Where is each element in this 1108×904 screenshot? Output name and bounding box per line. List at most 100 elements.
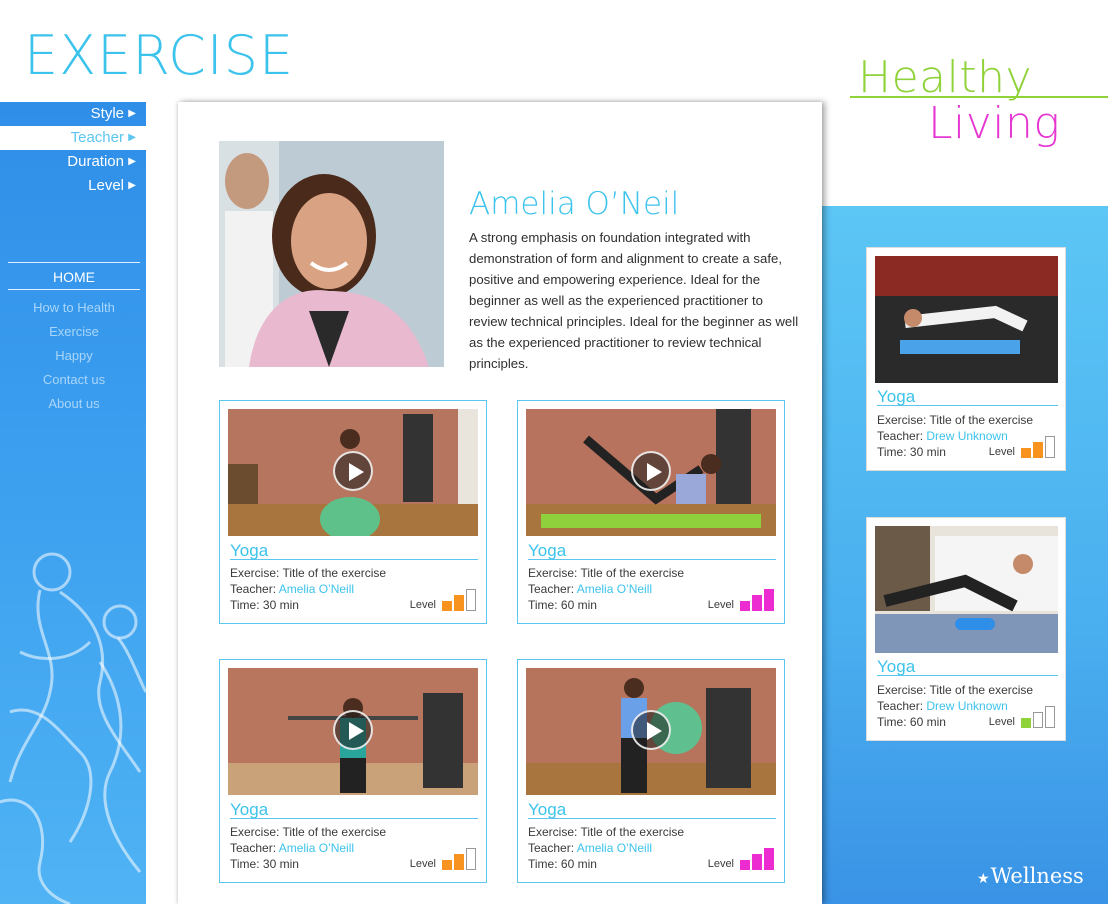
level-bar [1033,712,1043,728]
exercise-name: Title of the exercise [929,413,1034,427]
exercise-line: Exercise: Title of the exercise [877,682,1033,698]
time-line: Time: 30 min [230,597,299,613]
time-label: Time: [528,598,558,612]
teacher-link[interactable]: Amelia O’Neill [577,582,652,596]
exercise-card[interactable]: Yoga Exercise: Title of the exercise Tea… [517,400,785,624]
exercise-card[interactable]: Yoga Exercise: Title of the exercise Tea… [219,659,487,883]
exercise-label: Exercise: [230,566,280,580]
exercise-title[interactable]: Yoga [528,541,776,560]
exercise-title[interactable]: Yoga [230,800,478,819]
time-line: Time: 60 min [528,597,597,613]
nav-item-how-to-health[interactable]: How to Health [8,296,140,320]
level-label: Level [988,446,1015,458]
exercise-line: Exercise: Title of the exercise [528,824,684,840]
level-bar [1033,442,1043,458]
exercise-line: Exercise: Title of the exercise [877,412,1033,428]
level-indicator: Level [410,848,476,870]
teacher-label: Teacher: [877,699,924,713]
level-bar [454,595,464,611]
level-label: Level [707,858,734,870]
left-sidebar: Style ▶ Teacher ▶ Duration ▶ Level ▶ HOM… [0,102,146,904]
page-title: EXERCISE [24,24,295,87]
teacher-name: Amelia O’Neil [469,186,680,222]
filter-teacher[interactable]: Teacher ▶ [0,126,146,150]
wellness-logo: ★Wellness [977,864,1084,888]
exercise-line: Exercise: Title of the exercise [230,565,386,581]
filter-level-label: Level [88,177,124,194]
exercise-title[interactable]: Yoga [877,657,1058,676]
time-label: Time: [230,598,260,612]
play-icon[interactable] [631,709,671,750]
teacher-link[interactable]: Amelia O’Neill [577,841,652,855]
wellness-logo-icon: ★ [977,871,990,887]
teacher-link[interactable]: Amelia O’Neill [279,582,354,596]
exercise-label: Exercise: [528,825,578,839]
exercise-label: Exercise: [528,566,578,580]
teacher-bio: A strong emphasis on foundation integrat… [469,230,799,371]
related-exercise-card[interactable]: Yoga Exercise: Title of the exercise Tea… [866,247,1066,471]
level-bar [752,595,762,611]
filter-duration[interactable]: Duration ▶ [0,150,146,174]
time-value: 30 min [909,445,946,459]
level-bar [1021,448,1031,458]
teacher-label: Teacher: [230,841,277,855]
nav-list: How to Health Exercise Happy Contact us … [8,296,140,416]
level-bar [1045,436,1055,458]
exercise-video-thumbnail[interactable] [526,668,776,795]
level-label: Level [988,716,1015,728]
filter-style-label: Style [90,105,124,122]
exercise-label: Exercise: [877,683,927,697]
exercise-title[interactable]: Yoga [528,800,776,819]
teacher-line: Teacher: Amelia O’Neill [230,840,354,856]
play-icon[interactable] [333,709,373,750]
level-bar [466,848,476,870]
exercise-name: Title of the exercise [282,825,387,839]
nav-item-about-us[interactable]: About us [8,392,140,416]
level-bar [752,854,762,870]
play-icon[interactable] [631,450,671,491]
time-line: Time: 30 min [877,444,946,460]
time-value: 30 min [262,598,299,612]
chevron-right-icon: ▶ [128,156,136,167]
exercise-line: Exercise: Title of the exercise [230,824,386,840]
exercise-card[interactable]: Yoga Exercise: Title of the exercise Tea… [517,659,785,883]
exercise-thumbnail[interactable] [875,256,1058,383]
level-indicator: Level [989,706,1055,728]
exercise-title[interactable]: Yoga [877,387,1058,406]
level-indicator: Level [708,589,774,611]
exercise-name: Title of the exercise [580,566,685,580]
teacher-portrait-image [219,141,444,367]
level-bar [466,589,476,611]
exercise-video-thumbnail[interactable] [526,409,776,536]
exercise-thumbnail-image [875,526,1058,653]
exercise-card[interactable]: Yoga Exercise: Title of the exercise Tea… [219,400,487,624]
level-bar [764,589,774,611]
related-exercise-card[interactable]: Yoga Exercise: Title of the exercise Tea… [866,517,1066,741]
filter-style[interactable]: Style ▶ [0,102,146,126]
level-bar [764,848,774,870]
time-label: Time: [528,857,558,871]
nav-item-exercise[interactable]: Exercise [8,320,140,344]
main-nav: HOME How to Health Exercise Happy Contac… [8,262,140,416]
level-indicator: Level [410,589,476,611]
level-indicator: Level [708,848,774,870]
nav-item-happy[interactable]: Happy [8,344,140,368]
time-value: 60 min [560,598,597,612]
nav-home[interactable]: HOME [8,262,140,290]
exercise-thumbnail[interactable] [875,526,1058,653]
nav-item-contact-us[interactable]: Contact us [8,368,140,392]
play-icon[interactable] [333,450,373,491]
time-label: Time: [230,857,260,871]
time-value: 30 min [262,857,299,871]
exercise-video-thumbnail[interactable] [228,409,478,536]
exercise-line: Exercise: Title of the exercise [528,565,684,581]
time-line: Time: 60 min [528,856,597,872]
wellness-logo-text: Wellness [990,864,1084,888]
teacher-link[interactable]: Amelia O’Neill [279,841,354,855]
filter-level[interactable]: Level ▶ [0,174,146,198]
exercise-title[interactable]: Yoga [230,541,478,560]
exercise-video-thumbnail[interactable] [228,668,478,795]
teacher-label: Teacher: [528,841,575,855]
level-bar [442,601,452,611]
teacher-line: Teacher: Amelia O’Neill [528,581,652,597]
